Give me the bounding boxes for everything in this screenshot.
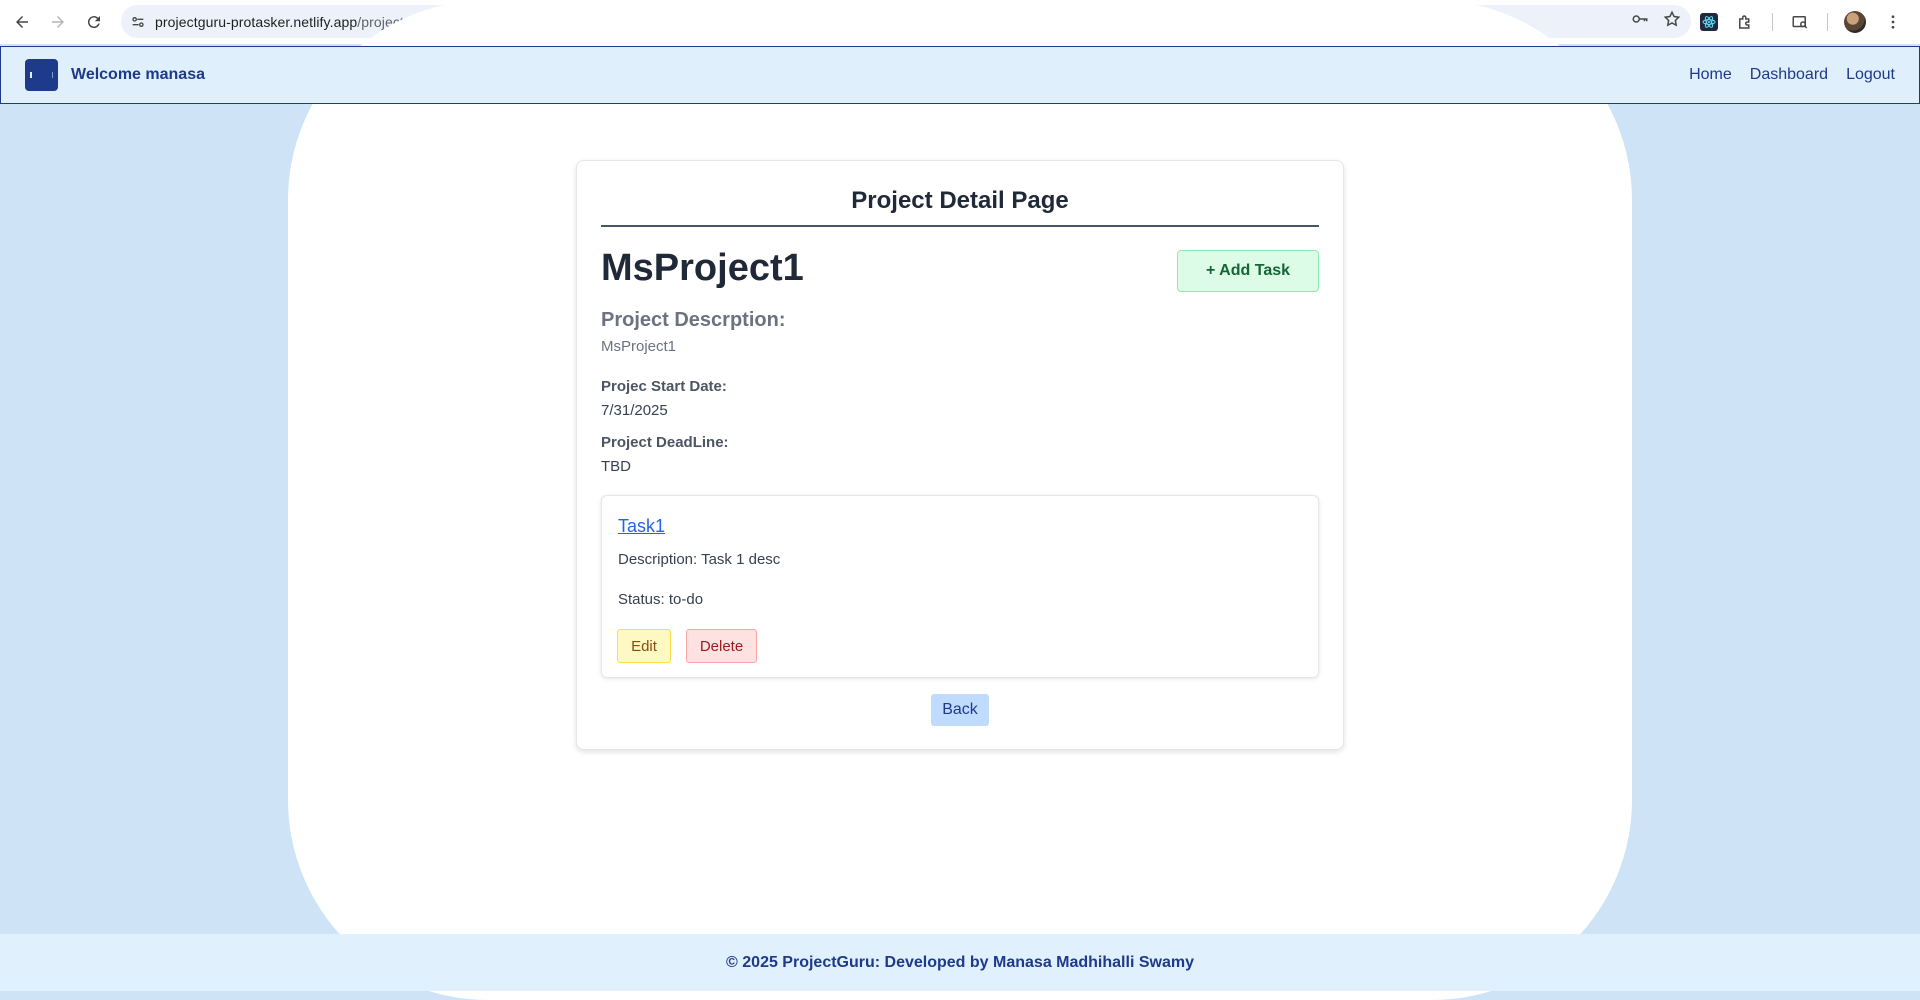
project-detail-card: Project Detail Page MsProject1 + Add Tas… — [576, 160, 1344, 750]
page-title: Project Detail Page — [851, 187, 1069, 214]
site-info-icon[interactable] — [121, 14, 155, 30]
page-footer: © 2025 ProjectGuru: Developed by Manasa … — [0, 934, 1920, 991]
toolbar-separator — [1772, 13, 1773, 31]
password-key-icon[interactable] — [1631, 10, 1649, 33]
footer-text: © 2025 ProjectGuru: Developed by Manasa … — [726, 953, 1194, 971]
app-logo[interactable] — [25, 59, 58, 91]
react-devtools-icon[interactable] — [1700, 13, 1718, 31]
edit-task-button[interactable]: Edit — [617, 629, 671, 663]
deadline-value: TBD — [601, 458, 631, 475]
delete-task-button[interactable]: Delete — [686, 629, 757, 663]
toolbar-separator — [1827, 13, 1828, 31]
url-host: projectguru-protasker.netlify.app — [155, 13, 358, 30]
app-navbar: Welcome manasa Home Dashboard Logout — [0, 46, 1920, 104]
start-date-value: 7/31/2025 — [601, 402, 668, 419]
back-button[interactable]: Back — [931, 694, 989, 726]
description-value: MsProject1 — [601, 338, 677, 355]
description-label: Project Descrption: — [601, 309, 786, 331]
extensions-puzzle-icon[interactable] — [1734, 11, 1756, 33]
project-name: MsProject1 — [601, 247, 804, 289]
add-task-button[interactable]: + Add Task — [1177, 250, 1319, 292]
start-date-label: Projec Start Date: — [601, 378, 727, 395]
deadline-label: Project DeadLine: — [601, 434, 729, 451]
welcome-text: Welcome manasa — [71, 66, 205, 83]
profile-avatar[interactable] — [1844, 11, 1866, 33]
tab-search-icon[interactable] — [1789, 11, 1811, 33]
nav-dashboard-link[interactable]: Dashboard — [1750, 66, 1828, 84]
back-arrow-icon[interactable] — [4, 4, 40, 40]
bookmark-star-icon[interactable] — [1663, 10, 1681, 33]
forward-arrow-icon[interactable] — [40, 4, 76, 40]
task-title-link[interactable]: Task1 — [618, 516, 665, 537]
task-status: Status: to-do — [618, 591, 704, 608]
reload-icon[interactable] — [76, 4, 112, 40]
title-divider — [601, 225, 1319, 227]
task-card: Task1 Description: Task 1 desc Status: t… — [601, 495, 1319, 678]
task-description: Description: Task 1 desc — [618, 551, 781, 568]
nav-logout-link[interactable]: Logout — [1846, 66, 1895, 84]
nav-home-link[interactable]: Home — [1689, 66, 1732, 84]
menu-kebab-icon[interactable] — [1882, 11, 1904, 33]
nav-links: Home Dashboard Logout — [1689, 47, 1895, 103]
